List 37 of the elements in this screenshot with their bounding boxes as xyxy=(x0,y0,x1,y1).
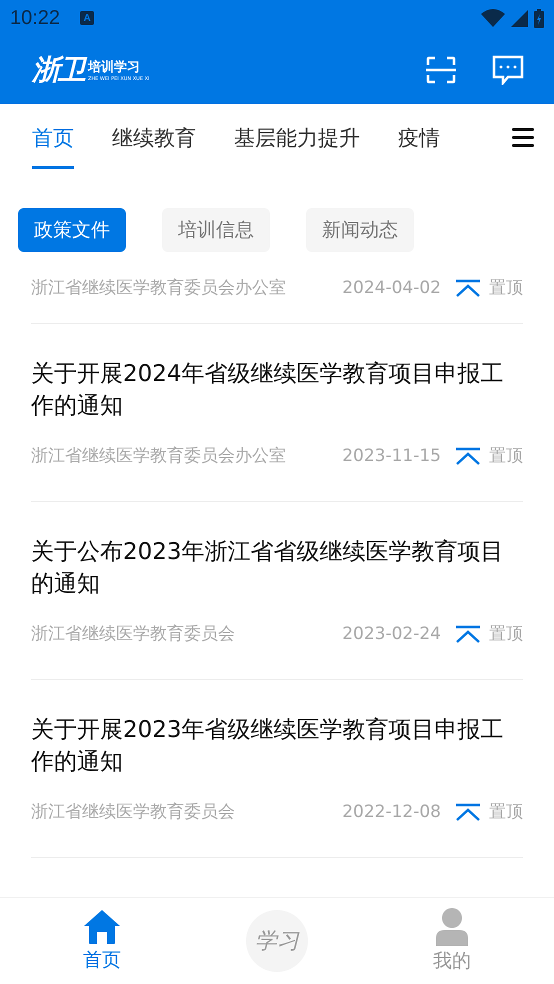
nav-tab[interactable]: 疫情 xyxy=(398,124,440,169)
study-button[interactable]: 学习 xyxy=(246,910,308,972)
pin-label: 置顶 xyxy=(489,623,523,645)
article-title[interactable]: 关于公布2023年浙江省省级继续医学教育项目的通知 xyxy=(31,536,523,600)
pin-label: 置顶 xyxy=(489,277,523,299)
signal-icon xyxy=(511,10,528,26)
nav-tab[interactable]: 基层能力提升 xyxy=(234,124,360,169)
article-source: 浙江省继续医学教育委员会 xyxy=(31,801,236,823)
article-source: 浙江省继续医学教育委员会办公室 xyxy=(31,277,287,299)
nav-tab[interactable]: 继续教育 xyxy=(112,124,196,169)
scan-icon[interactable] xyxy=(426,56,456,84)
pin-label: 置顶 xyxy=(489,801,523,823)
nav-item[interactable]: 我的 xyxy=(392,907,512,975)
menu-icon[interactable] xyxy=(512,126,534,148)
article-date: 2022-12-08 xyxy=(342,802,441,822)
category-chip[interactable]: 培训信息 xyxy=(162,208,270,252)
person-icon xyxy=(435,908,469,946)
wifi-icon xyxy=(481,9,505,27)
logo-text: 浙卫 xyxy=(32,52,84,88)
article-date: 2023-11-15 xyxy=(342,446,441,466)
article-source: 浙江省继续医学教育委员会 xyxy=(31,623,236,645)
category-chip[interactable]: 政策文件 xyxy=(18,208,126,252)
category-chip[interactable]: 新闻动态 xyxy=(306,208,414,252)
home-icon xyxy=(83,909,121,945)
message-icon[interactable] xyxy=(492,55,524,85)
article-title[interactable]: 关于开展2023年省级继续医学教育项目申报工作的通知 xyxy=(31,714,523,778)
battery-icon xyxy=(534,8,544,28)
pin-label: 置顶 xyxy=(489,445,523,467)
logo-subtitle: 培训学习 xyxy=(88,58,141,76)
status-time: 10:22 xyxy=(10,6,60,30)
article-source: 浙江省继续医学教育委员会办公室 xyxy=(31,445,287,467)
article-date: 2023-02-24 xyxy=(342,624,441,644)
nav-item[interactable]: 首页 xyxy=(42,908,162,974)
notification-icon: A xyxy=(80,11,94,25)
article-title[interactable]: 关于开展2024年省级继续医学教育项目申报工作的通知 xyxy=(31,358,523,422)
article-date: 2024-04-02 xyxy=(342,278,441,298)
nav-tab[interactable]: 首页 xyxy=(32,124,74,169)
